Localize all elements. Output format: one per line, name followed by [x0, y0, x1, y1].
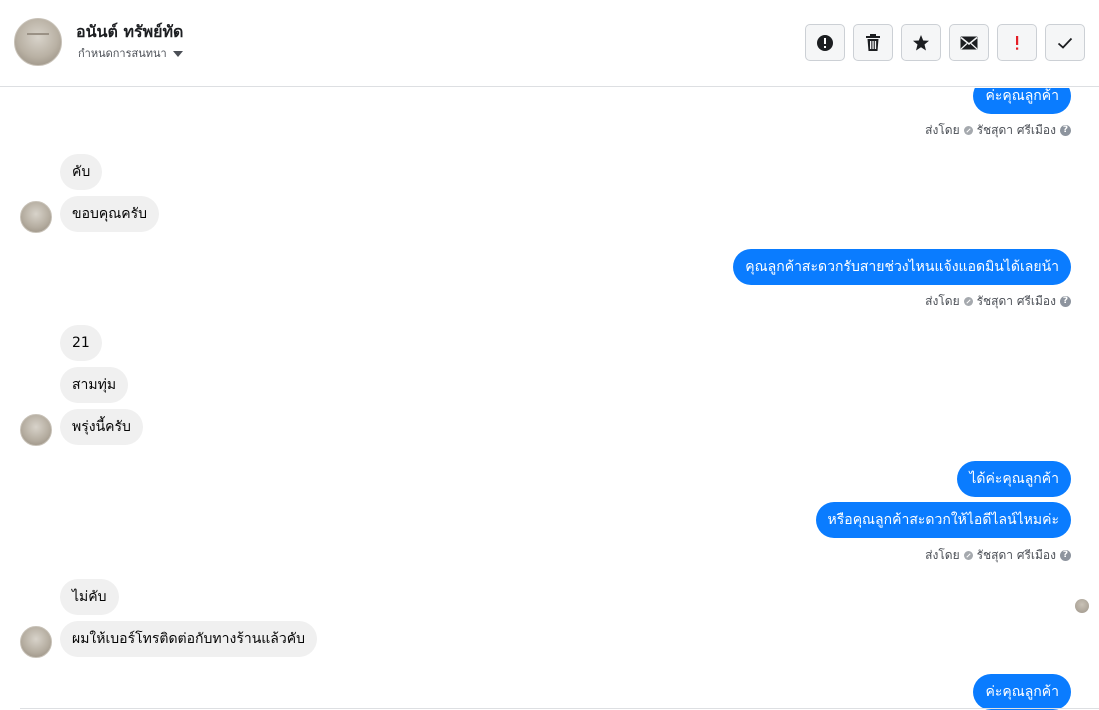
sent-by-prefix: ส่งโดย [925, 294, 960, 308]
star-icon [913, 34, 929, 50]
help-icon[interactable]: ? [1060, 296, 1071, 307]
contact-name[interactable]: อนันต์ ทรัพย์ทัด [76, 20, 183, 45]
contact-avatar-small [20, 626, 52, 658]
sent-by-prefix: ส่งโดย [925, 548, 960, 562]
mark-spam-button[interactable] [805, 24, 845, 61]
incoming-message: ขอบคุณครับ [60, 196, 159, 232]
agent-name: รัชสุดา ศรีเมือง [976, 123, 1056, 137]
contact-avatar[interactable] [14, 18, 62, 66]
outgoing-message: คุณลูกค้าสะดวกรับสายช่วงไหนแจ้งแอดมินได้… [733, 249, 1071, 285]
envelope-icon [960, 36, 978, 49]
conversation-header: อนันต์ ทรัพย์ทัด กำหนดการสนทนา [0, 0, 1099, 87]
mark-done-button[interactable] [1045, 24, 1085, 61]
sent-by-label: ส่งโดย รัชสุดา ศรีเมือง ? [925, 546, 1071, 565]
sent-by-label: ส่งโดย รัชสุดา ศรีเมือง ? [925, 121, 1071, 140]
incoming-message: พรุ่งนี้ครับ [60, 409, 143, 445]
composer-divider [20, 708, 1099, 709]
star-button[interactable] [901, 24, 941, 61]
incoming-message: ไม่คับ [60, 579, 119, 615]
contact-avatar-small [20, 414, 52, 446]
agent-status-icon [963, 126, 973, 135]
incoming-message: สามทุ่ม [60, 367, 129, 403]
trash-icon [866, 33, 880, 51]
incoming-message: 21 [60, 325, 102, 361]
seen-indicator-avatar [1075, 599, 1089, 613]
outgoing-message: หรือคุณลูกค้าสะดวกให้ไอดีไลน์ไหมค่ะ [815, 502, 1071, 538]
agent-name: รัชสุดา ศรีเมือง [976, 294, 1056, 308]
sent-by-label: ส่งโดย รัชสุดา ศรีเมือง ? [925, 292, 1071, 311]
assign-label: กำหนดการสนทนา [78, 47, 167, 60]
outgoing-message: ค่ะคุณลูกค้า [973, 674, 1071, 710]
follow-up-button[interactable] [997, 24, 1037, 61]
incoming-message: ผมให้เบอร์โทรติดต่อกับทางร้านแล้วคับ [60, 621, 318, 657]
help-icon[interactable]: ? [1060, 125, 1071, 136]
outgoing-message: ได้ค่ะคุณลูกค้า [957, 461, 1071, 497]
caret-down-icon [172, 51, 183, 57]
delete-button[interactable] [853, 24, 893, 61]
agent-name: รัชสุดา ศรีเมือง [976, 548, 1056, 562]
agent-status-icon [963, 297, 973, 306]
help-icon[interactable]: ? [1060, 550, 1071, 561]
alert-circle-icon [817, 34, 833, 51]
agent-status-icon [963, 551, 973, 560]
outgoing-message: ค่ะคุณลูกค้า [973, 88, 1071, 114]
incoming-message: คับ [60, 154, 103, 190]
check-icon [1057, 37, 1073, 49]
mark-unread-button[interactable] [949, 24, 989, 61]
message-thread[interactable]: ค่ะคุณลูกค้า ส่งโดย รัชสุดา ศรีเมือง ? ค… [0, 88, 1099, 710]
exclamation-icon [1016, 35, 1019, 50]
sent-by-prefix: ส่งโดย [925, 123, 960, 137]
assign-conversation-dropdown[interactable]: กำหนดการสนทนา [78, 44, 183, 62]
contact-avatar-small [20, 201, 52, 233]
